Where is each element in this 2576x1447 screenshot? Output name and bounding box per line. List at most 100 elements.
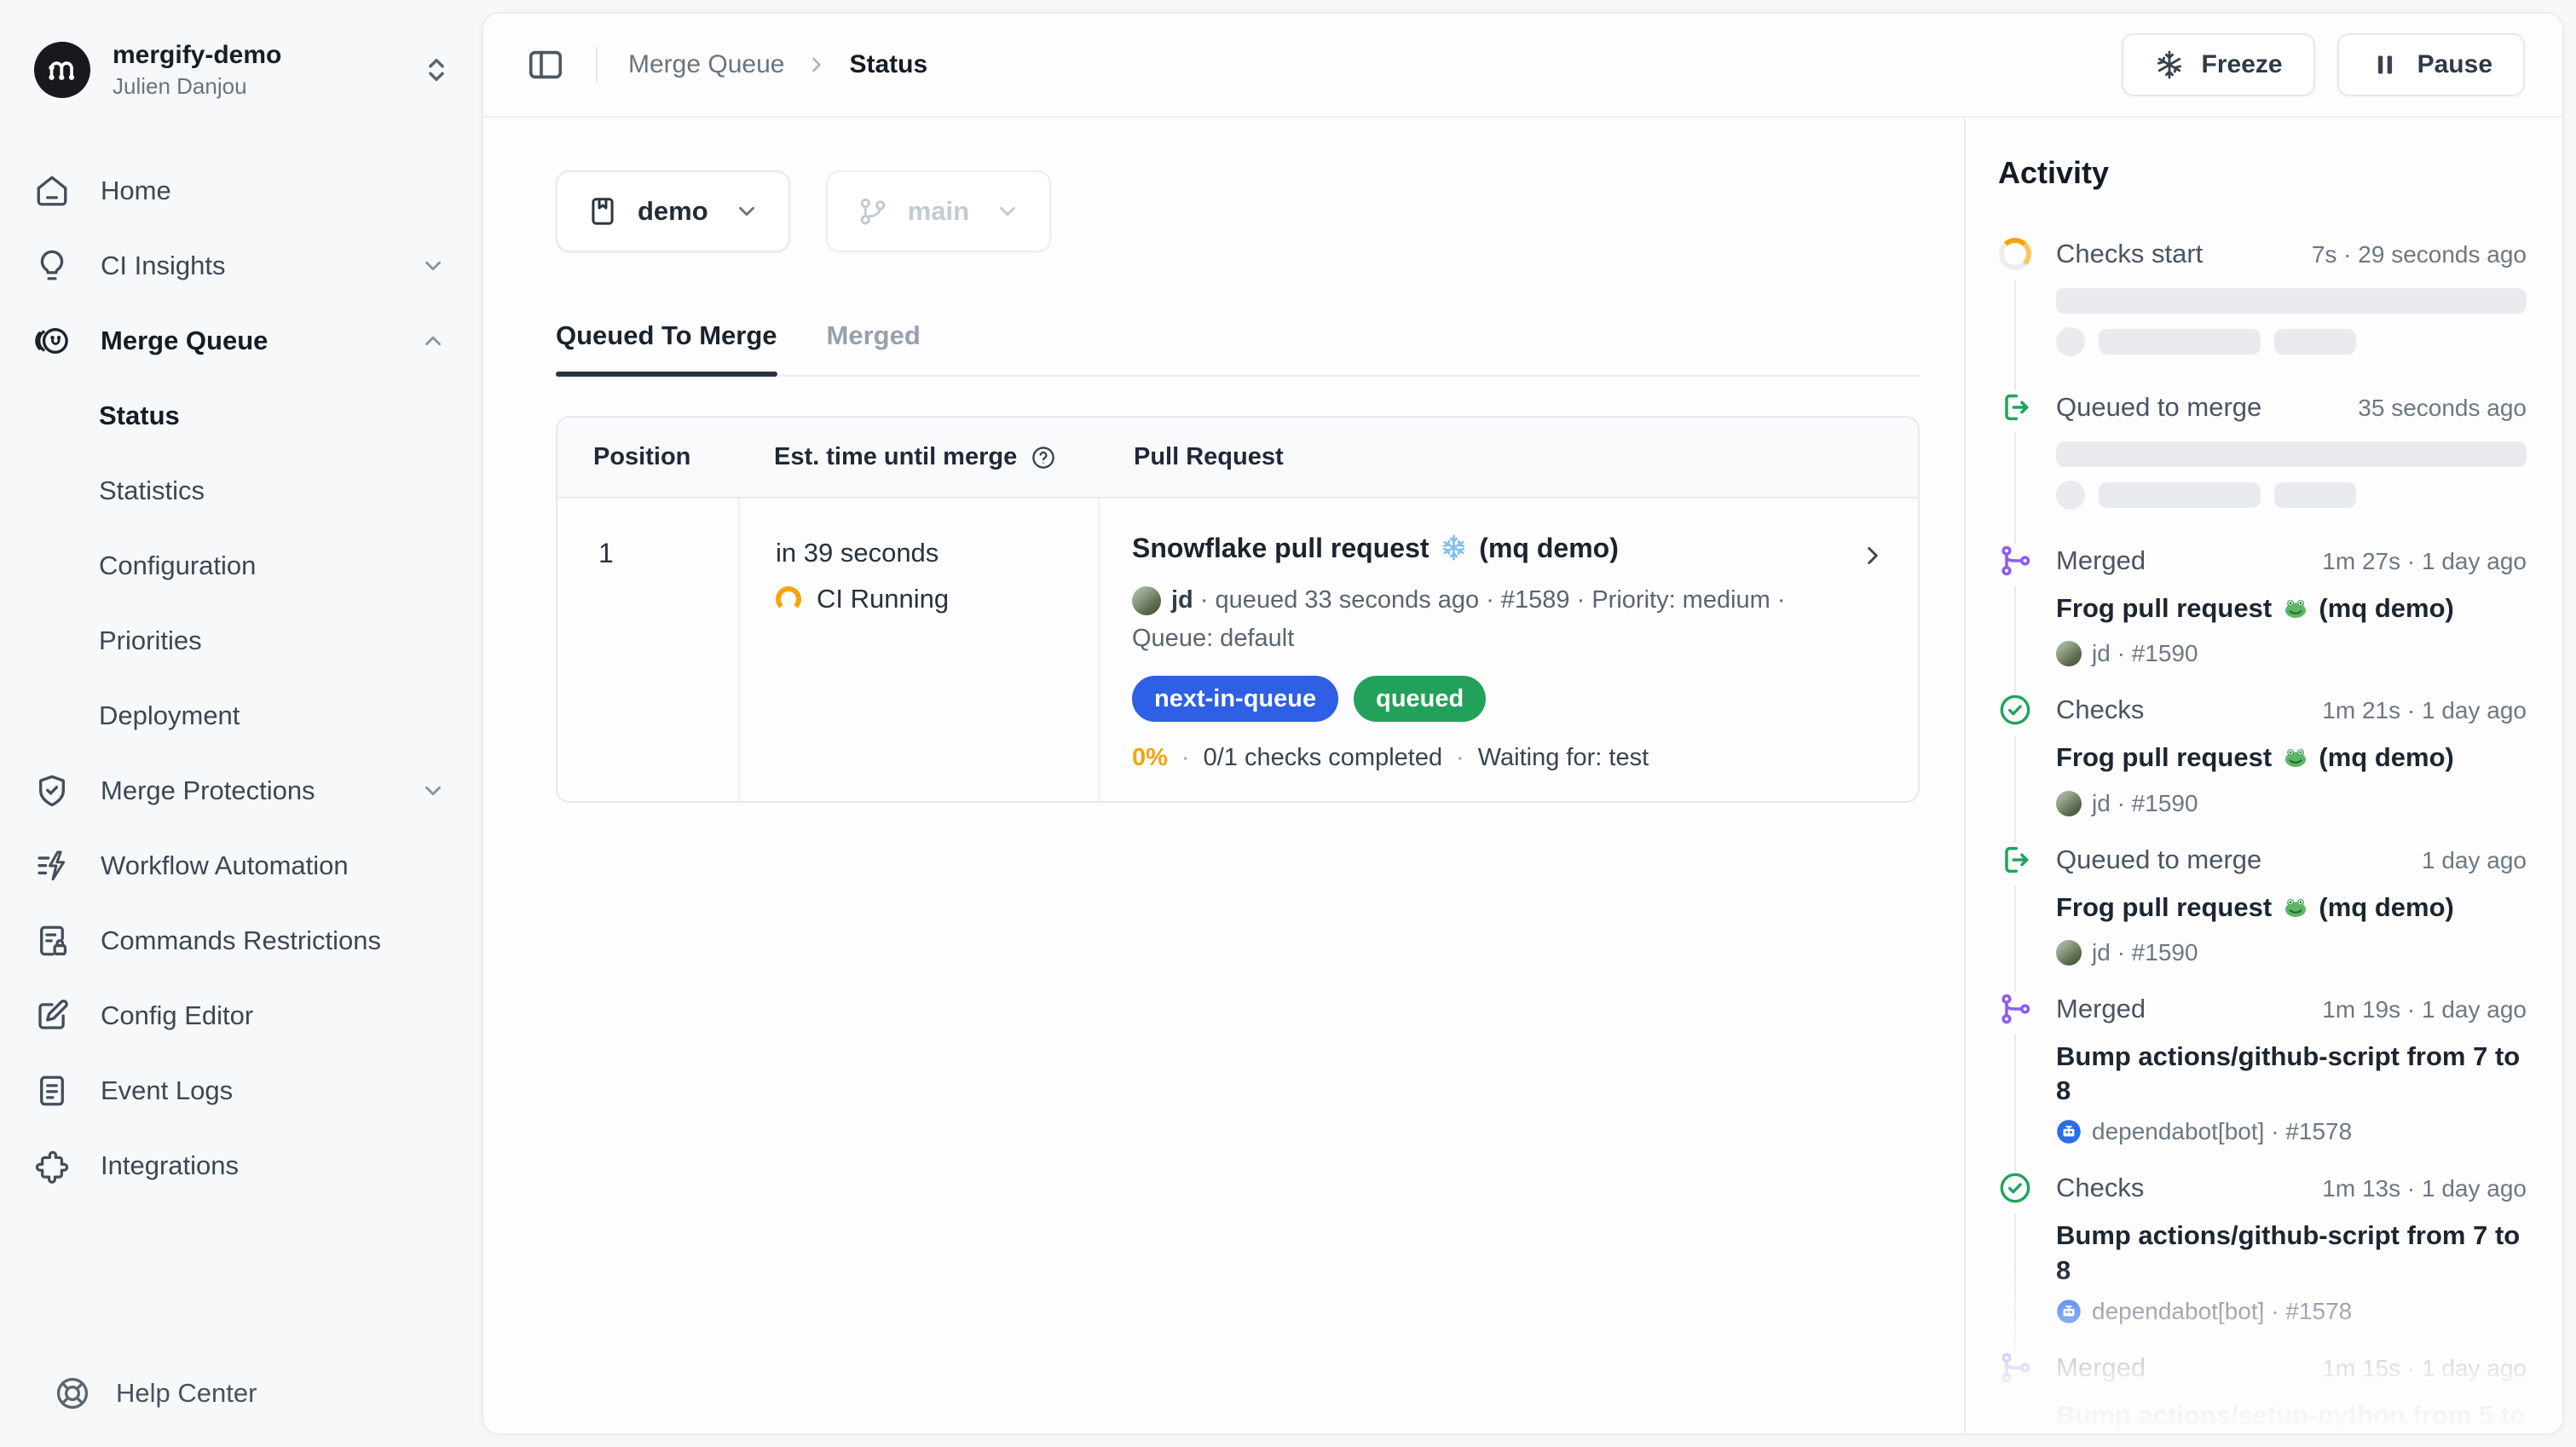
frog-emoji <box>2283 745 2308 779</box>
shield-check-icon <box>34 773 70 809</box>
branch-value: main <box>908 196 969 227</box>
timeline-connector <box>2014 433 2016 544</box>
sidebar-item-workflow-automation[interactable]: Workflow Automation <box>0 828 482 903</box>
sidebar-item-commands-restrictions[interactable]: Commands Restrictions <box>0 903 482 978</box>
activity-event-time: 35 seconds ago <box>2358 395 2527 422</box>
ci-running-spinner-icon <box>776 586 801 612</box>
sidebar-item-statistics[interactable]: Statistics <box>0 453 482 528</box>
sidebar-item-merge-queue[interactable]: Merge Queue <box>0 303 482 378</box>
pause-button[interactable]: Pause <box>2337 33 2525 96</box>
activity-pr-meta[interactable]: dependabot[bot] · #1578 <box>2056 1298 2527 1325</box>
header-divider <box>596 47 598 83</box>
timeline-connector <box>2014 735 2016 842</box>
sidebar-item-event-logs[interactable]: Event Logs <box>0 1053 482 1128</box>
activity-list: Checks start7s · 29 seconds agoQueued to… <box>1998 237 2527 1433</box>
activity-pr-author-number: jd · #1590 <box>2092 640 2198 667</box>
freeze-button[interactable]: Freeze <box>2122 33 2315 96</box>
activity-item: Queued to merge1 day agoFrog pull reques… <box>1998 843 2527 992</box>
tab-queued-to-merge[interactable]: Queued To Merge <box>556 320 777 375</box>
activity-item: Checks1m 21s · 1 day agoFrog pull reques… <box>1998 693 2527 842</box>
sidebar-item-config-editor[interactable]: Config Editor <box>0 978 482 1053</box>
activity-pr-meta[interactable]: jd · #1590 <box>2056 790 2527 817</box>
activity-pr-author-number: dependabot[bot] · #1578 <box>2092 1118 2352 1145</box>
activity-pr-title[interactable]: Frog pull request (mq demo) <box>2056 591 2527 630</box>
table-header: Position Est. time until merge Pull Requ… <box>557 418 1918 499</box>
skeleton-circle <box>2056 327 2085 356</box>
sidebar-item-label: Merge Protections <box>101 775 315 806</box>
org-switcher[interactable]: mergify-demo Julien Danjou <box>0 26 482 114</box>
dependabot-avatar <box>2056 1119 2082 1144</box>
sidebar-item-label: Workflow Automation <box>101 850 349 881</box>
git-branch-icon <box>857 195 889 228</box>
jd-avatar <box>2056 940 2082 966</box>
breadcrumb-merge-queue[interactable]: Merge Queue <box>628 50 784 79</box>
activity-item: Checks1m 13s · 1 day agoBump actions/git… <box>1998 1171 2527 1351</box>
merge-queue-icon <box>34 323 70 359</box>
skeleton-bar <box>2056 288 2527 314</box>
sidebar-item-label: Configuration <box>99 551 256 581</box>
activity-pr-meta[interactable]: jd · #1590 <box>2056 939 2527 966</box>
sidebar-item-home[interactable]: Home <box>0 153 482 228</box>
activity-event-label: Checks <box>2056 695 2310 725</box>
tab-merged[interactable]: Merged <box>827 320 921 375</box>
activity-event-label: Queued to merge <box>2056 392 2346 423</box>
activity-item: Merged1m 15s · 1 day agoBump actions/set… <box>1998 1351 2527 1433</box>
queued-to-merge-icon <box>1998 390 2032 424</box>
sidebar-item-deployment[interactable]: Deployment <box>0 678 482 753</box>
queue-tabs: Queued To Merge Merged <box>556 320 1920 377</box>
sidebar-item-integrations[interactable]: Integrations <box>0 1128 482 1203</box>
help-center-link[interactable]: Help Center <box>0 1375 482 1447</box>
lightbulb-icon <box>34 248 70 284</box>
progress-percent: 0% <box>1132 744 1168 772</box>
chevron-down-icon <box>420 778 446 804</box>
queue-row[interactable]: 1 in 39 seconds CI Running Snowflake pul… <box>557 499 1918 801</box>
life-buoy-icon <box>55 1375 90 1411</box>
skeleton-bar <box>2274 482 2356 508</box>
ci-status: CI Running <box>817 584 949 614</box>
main-card: Merge Queue Status Freeze <box>482 12 2564 1435</box>
pr-title[interactable]: Snowflake pull request (mq demo) <box>1132 531 1833 571</box>
row-eta: in 39 seconds <box>776 538 1098 568</box>
git-merge-icon <box>1998 544 2032 578</box>
activity-pr-meta[interactable]: jd · #1590 <box>2056 640 2527 667</box>
row-expand-chevron-icon[interactable] <box>1858 541 1887 570</box>
label-badge-next-in-queue[interactable]: next-in-queue <box>1132 676 1338 722</box>
sidebar-toggle-icon[interactable] <box>526 45 565 84</box>
column-position: Position <box>557 418 738 497</box>
activity-pr-author-number: jd · #1590 <box>2092 939 2198 966</box>
activity-event-label: Merged <box>2056 545 2310 576</box>
sidebar-item-status[interactable]: Status <box>0 378 482 453</box>
repository-select[interactable]: demo <box>556 170 790 252</box>
activity-pr-title[interactable]: Frog pull request (mq demo) <box>2056 741 2527 779</box>
sidebar-item-label: Status <box>99 401 180 431</box>
activity-pr-title[interactable]: Bump actions/github-script from 7 to 8 <box>2056 1219 2527 1288</box>
skeleton-bar <box>2099 329 2261 355</box>
activity-pr-title[interactable]: Frog pull request (mq demo) <box>2056 891 2527 929</box>
checks-running-spinner-icon <box>1998 237 2032 271</box>
chevrons-up-down-icon <box>422 55 451 84</box>
sidebar-item-priorities[interactable]: Priorities <box>0 603 482 678</box>
sidebar-item-label: Home <box>101 176 171 206</box>
sidebar-item-label: Config Editor <box>101 1000 253 1031</box>
help-circle-icon[interactable] <box>1031 445 1056 470</box>
sidebar-item-merge-protections[interactable]: Merge Protections <box>0 753 482 828</box>
skeleton-bar <box>2099 482 2261 508</box>
column-eta: Est. time until merge <box>774 443 1017 471</box>
activity-pr-title[interactable]: Bump actions/github-script from 7 to 8 <box>2056 1040 2527 1109</box>
frog-emoji <box>2283 895 2308 929</box>
activity-pr-meta[interactable]: dependabot[bot] · #1578 <box>2056 1118 2527 1145</box>
progress-waiting: Waiting for: test <box>1478 744 1649 772</box>
git-merge-icon <box>1998 1351 2032 1385</box>
queue-content: demo main <box>483 118 1964 1433</box>
check-circle-icon <box>1998 693 2032 727</box>
sidebar-item-configuration[interactable]: Configuration <box>0 528 482 603</box>
activity-pr-title[interactable]: Bump actions/setup-python from 5 to 6 <box>2056 1398 2527 1433</box>
label-badge-queued[interactable]: queued <box>1354 676 1486 722</box>
sidebar-item-ci-insights[interactable]: CI Insights <box>0 228 482 303</box>
skeleton-bar <box>2274 329 2356 355</box>
activity-item: Queued to merge 35 seconds ago <box>1998 390 2527 544</box>
sidebar-item-label: CI Insights <box>101 251 225 281</box>
pr-author: jd <box>1171 586 1193 614</box>
sidebar-item-label: Integrations <box>101 1150 239 1181</box>
pause-icon <box>2370 49 2400 80</box>
